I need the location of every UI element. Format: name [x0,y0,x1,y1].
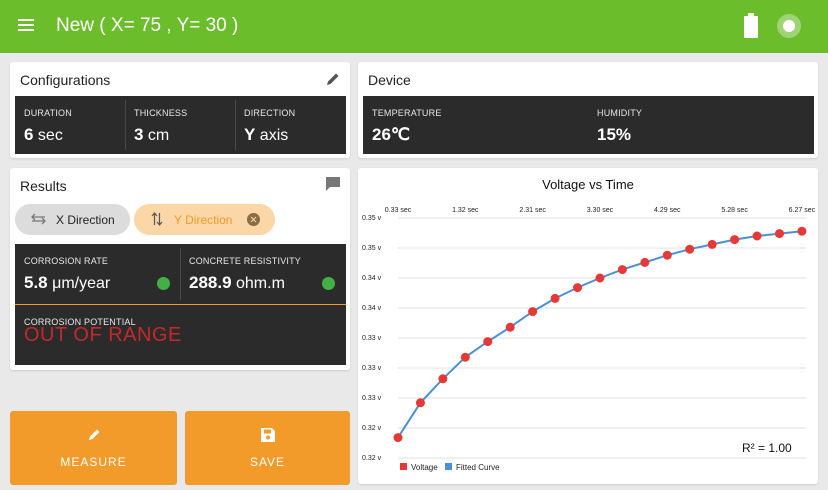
configurations-card: Configurations DURATION 6 sec THICKNESS … [10,62,350,158]
r-squared-annotation: R² = 1.00 [742,441,792,455]
x-direction-chip[interactable]: X Direction [15,204,130,235]
voltage-point [438,374,448,384]
measure-button[interactable]: MEASURE [10,411,177,485]
y-tick-label: 0.33 v [362,365,382,372]
legend-voltage-swatch [400,463,407,470]
y-direction-label: Y Direction [174,213,233,227]
voltage-point [752,231,762,241]
save-button[interactable]: SAVE [185,411,350,485]
menu-icon[interactable] [18,19,34,32]
voltage-point [550,293,560,303]
device-title: Device [368,72,411,88]
voltage-point [640,257,650,267]
voltage-point [797,226,807,236]
swap-vertical-icon [151,212,163,226]
app-bar: New ( X= 75 , Y= 30 ) [0,0,828,53]
voltage-point [595,273,605,283]
y-direction-chip[interactable]: Y Direction [134,204,275,235]
configurations-title: Configurations [20,72,111,88]
duration-value: 6 sec [24,125,63,144]
voltage-point [662,250,672,260]
y-tick-label: 0.34 v [362,275,382,282]
voltage-point [505,322,515,332]
y-tick-label: 0.34 v [362,305,382,312]
y-tick-label: 0.35 v [362,245,382,252]
page-title: New ( X= 75 , Y= 30 ) [56,15,239,36]
corrosion-rate-cell: CORROSION RATE 5.8 μm/year [15,244,180,304]
x-tick-label: 3.30 sec [587,207,614,214]
legend-fitted-swatch [445,463,452,470]
measure-label: MEASURE [60,455,127,469]
duration-cell: DURATION 6 sec [15,96,125,154]
thickness-label: THICKNESS [134,108,188,118]
voltage-point [528,307,538,317]
x-tick-label: 4.29 sec [654,207,681,214]
temperature-label: TEMPERATURE [372,108,442,118]
save-label: SAVE [249,455,286,469]
y-tick-label: 0.33 v [362,395,382,402]
voltage-point [460,352,470,362]
corrosion-rate-value: 5.8 μm/year [24,273,111,292]
legend-voltage-label: Voltage [411,463,438,472]
voltage-point [483,337,493,347]
close-icon[interactable] [247,213,260,226]
voltage-point [685,244,695,254]
voltage-point [415,398,425,408]
voltage-point [617,265,627,275]
device-card: Device TEMPERATURE 26℃ HUMIDITY 15% [358,62,818,158]
y-tick-label: 0.35 v [362,215,382,222]
comment-icon[interactable] [325,176,341,192]
fitted-curve-line [397,230,803,439]
voltage-point [393,433,403,443]
voltage-point [774,229,784,239]
voltage-point [707,239,717,249]
corrosion-potential-value: OUT OF RANGE [24,324,182,346]
results-panel: CORROSION RATE 5.8 μm/year CONCRETE RESI… [15,244,346,365]
device-panel: TEMPERATURE 26℃ HUMIDITY 15% [363,96,814,154]
x-direction-label: X Direction [56,213,115,227]
resistivity-status-dot [322,277,335,290]
chart-card: Voltage vs Time 0.35 v 0.35 v 0.34 v 0.34 v… [358,168,818,484]
thickness-value: 3 cm [134,125,170,144]
status-indicator-icon[interactable] [777,14,801,38]
corrosion-rate-status-dot [157,277,170,290]
x-tick-label: 1.32 sec [452,207,479,214]
duration-label: DURATION [24,108,72,118]
humidity-cell: HUMIDITY 15% [588,96,814,154]
save-icon [260,428,275,442]
voltage-point [730,235,740,245]
humidity-value: 15% [597,125,632,144]
legend-fitted-label: Fitted Curve [456,463,500,472]
x-tick-label: 6.27 sec [789,207,816,214]
x-tick-label: 0.33 sec [385,207,412,214]
battery-icon [744,13,758,38]
x-tick-label: 2.31 sec [519,207,546,214]
configurations-panel: DURATION 6 sec THICKNESS 3 cm DIRECTION … [15,96,346,154]
x-tick-label: 5.28 sec [721,207,748,214]
voltage-point [573,283,583,293]
y-tick-label: 0.32 v [362,425,382,432]
direction-value: Y axis [244,125,289,144]
direction-cell: DIRECTION Y axis [235,96,346,154]
corrosion-rate-label: CORROSION RATE [24,256,109,266]
y-tick-label: 0.32 v [362,455,382,462]
thickness-cell: THICKNESS 3 cm [125,96,235,154]
voltage-chart: 0.35 v 0.35 v 0.34 v 0.34 v 0.33 v 0.33 v 0.33… [362,207,816,472]
temperature-value: 26℃ [372,125,411,144]
swap-horizontal-icon [31,213,46,225]
resistivity-cell: CONCRETE RESISTIVITY 288.9 ohm.m [180,244,346,304]
edit-icon[interactable] [325,71,341,87]
corrosion-potential-cell: CORROSION POTENTIAL OUT OF RANGE [15,305,346,365]
y-tick-label: 0.33 v [362,335,382,342]
resistivity-label: CONCRETE RESISTIVITY [189,256,302,266]
direction-label: DIRECTION [244,108,296,118]
resistivity-value: 288.9 ohm.m [189,273,285,292]
humidity-label: HUMIDITY [597,108,643,118]
temperature-cell: TEMPERATURE 26℃ [363,96,588,154]
measure-icon [88,429,99,440]
results-title: Results [20,178,67,194]
